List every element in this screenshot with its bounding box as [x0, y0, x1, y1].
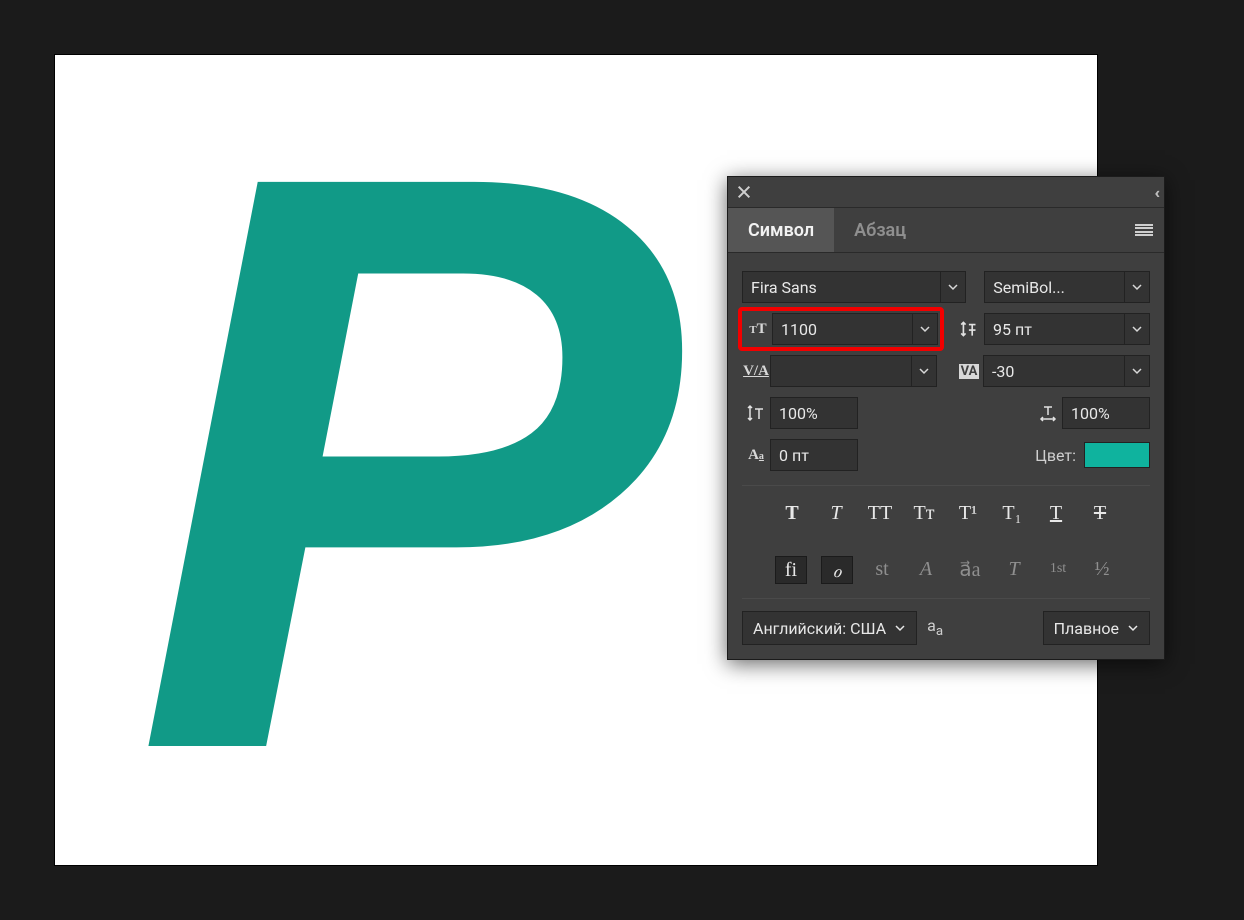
panel-tabs: Символ Абзац [728, 208, 1164, 253]
panel-titlebar: ‹‹ [728, 177, 1164, 208]
font-size-highlight: TT 1100 [738, 307, 944, 351]
antialiasing-value: Плавное [1054, 619, 1119, 638]
ordinals-button[interactable]: 1st [1043, 556, 1073, 582]
character-panel: ‹‹ Символ Абзац Fira Sans SemiBol... TT … [727, 176, 1165, 660]
stylistic-alternates-button[interactable]: a⃗a [955, 556, 985, 582]
discretionary-ligatures-button[interactable]: st [867, 556, 897, 582]
ligatures-button[interactable]: fi [775, 556, 807, 584]
subscript-button[interactable]: T₁ [997, 500, 1027, 526]
panel-body: Fira Sans SemiBol... TT 1100 95 пт [728, 253, 1164, 659]
font-size-input[interactable]: 1100 [772, 313, 913, 345]
collapse-icon[interactable]: ‹‹ [1154, 183, 1156, 202]
vertical-scale-icon [742, 403, 770, 423]
baseline-shift-icon: Aa [742, 447, 770, 464]
kerning-dropdown-icon[interactable] [912, 355, 937, 387]
font-style-dropdown-icon[interactable] [1125, 271, 1150, 303]
tab-character[interactable]: Символ [728, 208, 834, 252]
tracking-icon: VA [955, 364, 983, 379]
all-caps-button[interactable]: TT [865, 500, 895, 526]
font-size-dropdown-icon[interactable] [913, 313, 938, 345]
font-family-dropdown-icon[interactable] [941, 271, 966, 303]
vertical-scale-input[interactable]: 100% [770, 397, 858, 429]
tracking-input[interactable]: -30 [983, 355, 1125, 387]
faux-bold-button[interactable]: T [777, 500, 807, 526]
baseline-shift-input[interactable]: 0 пт [770, 439, 858, 471]
horizontal-scale-icon [1034, 403, 1062, 423]
language-value: Английский: США [753, 619, 886, 638]
color-label: Цвет: [1035, 446, 1076, 465]
font-family-select[interactable]: Fira Sans [742, 271, 941, 303]
superscript-button[interactable]: T¹ [953, 500, 983, 526]
bottom-row: Английский: США aa Плавное [742, 598, 1150, 645]
leading-icon [956, 318, 984, 340]
opentype-row: fi ℴ st A a⃗a T 1st ½ [742, 554, 1150, 598]
text-style-row: T T TT Tᴛ T¹ T₁ T T [742, 485, 1150, 540]
panel-menu-button[interactable] [1124, 208, 1164, 252]
horizontal-scale-input[interactable]: 100% [1062, 397, 1150, 429]
language-select[interactable]: Английский: США [742, 611, 917, 645]
swash-button[interactable]: A [911, 556, 941, 582]
hamburger-icon [1135, 224, 1153, 236]
font-size-icon: TT [744, 321, 772, 338]
tab-paragraph[interactable]: Абзац [834, 208, 926, 252]
antialiasing-select[interactable]: Плавное [1043, 611, 1150, 645]
tracking-dropdown-icon[interactable] [1125, 355, 1150, 387]
titling-alternates-button[interactable]: T [999, 556, 1029, 582]
leading-dropdown-icon[interactable] [1125, 313, 1150, 345]
fractions-button[interactable]: ½ [1087, 556, 1117, 582]
antialiasing-icon: aa [927, 616, 943, 639]
strikethrough-button[interactable]: T [1085, 500, 1115, 526]
contextual-alternates-button[interactable]: ℴ [821, 556, 853, 584]
close-icon[interactable] [736, 184, 752, 200]
color-swatch[interactable] [1084, 442, 1150, 468]
underline-button[interactable]: T [1041, 500, 1071, 526]
font-style-select[interactable]: SemiBol... [984, 271, 1125, 303]
leading-input[interactable]: 95 пт [984, 313, 1125, 345]
faux-italic-button[interactable]: T [821, 500, 851, 526]
canvas-glyph: P [134, 114, 661, 811]
small-caps-button[interactable]: Tᴛ [909, 500, 939, 526]
kerning-input[interactable] [770, 355, 912, 387]
kerning-icon: V/A [742, 363, 770, 380]
